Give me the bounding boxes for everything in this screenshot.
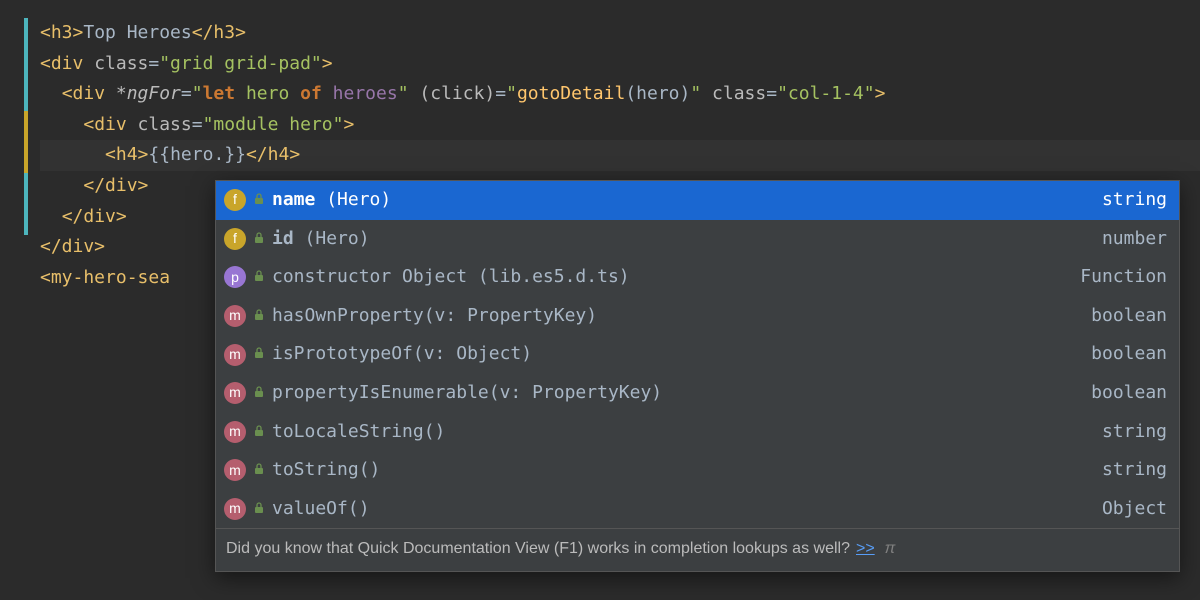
lock-icon [254, 494, 264, 525]
completion-type: boolean [1091, 301, 1167, 332]
kind-m-icon: m [224, 459, 246, 481]
completion-label: hasOwnProperty(v: PropertyKey) [272, 301, 597, 332]
completion-type: Function [1080, 262, 1167, 293]
code-line: <div class="grid grid-pad"> [40, 49, 1200, 80]
kind-m-icon: m [224, 344, 246, 366]
code-line: <div *ngFor="let hero of heroes" (click)… [40, 79, 1200, 110]
hint-link[interactable]: >> [856, 535, 875, 562]
lock-icon [254, 339, 264, 370]
code-line: <h3>Top Heroes</h3> [40, 18, 1200, 49]
completion-label: toString() [272, 455, 380, 486]
completion-type: string [1102, 455, 1167, 486]
completion-item[interactable]: f name (Hero) string [216, 181, 1179, 220]
completion-type: string [1102, 417, 1167, 448]
change-gutter [24, 18, 28, 240]
hint-text: Did you know that Quick Documentation Vi… [226, 535, 850, 562]
code-line: <div class="module hero"> [40, 110, 1200, 141]
lock-icon [254, 417, 264, 448]
completion-item[interactable]: m valueOf() Object [216, 490, 1179, 529]
kind-m-icon: m [224, 498, 246, 520]
completion-type: boolean [1091, 378, 1167, 409]
completion-item[interactable]: m propertyIsEnumerable(v: PropertyKey) b… [216, 374, 1179, 413]
completion-label: valueOf() [272, 494, 370, 525]
kind-m-icon: m [224, 382, 246, 404]
completion-label: isPrototypeOf(v: Object) [272, 339, 532, 370]
completion-label: name (Hero) [272, 185, 391, 216]
completion-type: number [1102, 224, 1167, 255]
kind-m-icon: m [224, 305, 246, 327]
kind-f-icon: f [224, 189, 246, 211]
completion-hint: Did you know that Quick Documentation Vi… [216, 528, 1179, 570]
code-line-active: <h4>{{hero.}}</h4> [40, 140, 1200, 171]
kind-f-icon: f [224, 228, 246, 250]
completion-item[interactable]: m hasOwnProperty(v: PropertyKey) boolean [216, 297, 1179, 336]
completion-item[interactable]: f id (Hero) number [216, 220, 1179, 259]
completion-label: constructor Object (lib.es5.d.ts) [272, 262, 630, 293]
completion-type: string [1102, 185, 1167, 216]
completion-item[interactable]: p constructor Object (lib.es5.d.ts) Func… [216, 258, 1179, 297]
pi-icon: π [885, 535, 896, 562]
completion-item[interactable]: m isPrototypeOf(v: Object) boolean [216, 335, 1179, 374]
lock-icon [254, 455, 264, 486]
lock-icon [254, 185, 264, 216]
completion-type: Object [1102, 494, 1167, 525]
lock-icon [254, 378, 264, 409]
completion-label: propertyIsEnumerable(v: PropertyKey) [272, 378, 662, 409]
completion-label: id (Hero) [272, 224, 370, 255]
lock-icon [254, 262, 264, 293]
lock-icon [254, 224, 264, 255]
completion-item[interactable]: m toLocaleString() string [216, 413, 1179, 452]
kind-p-icon: p [224, 266, 246, 288]
lock-icon [254, 301, 264, 332]
kind-m-icon: m [224, 421, 246, 443]
completion-type: boolean [1091, 339, 1167, 370]
completion-item[interactable]: m toString() string [216, 451, 1179, 490]
completion-label: toLocaleString() [272, 417, 445, 448]
completion-popup[interactable]: f name (Hero) string f id (Hero) number … [215, 180, 1180, 572]
